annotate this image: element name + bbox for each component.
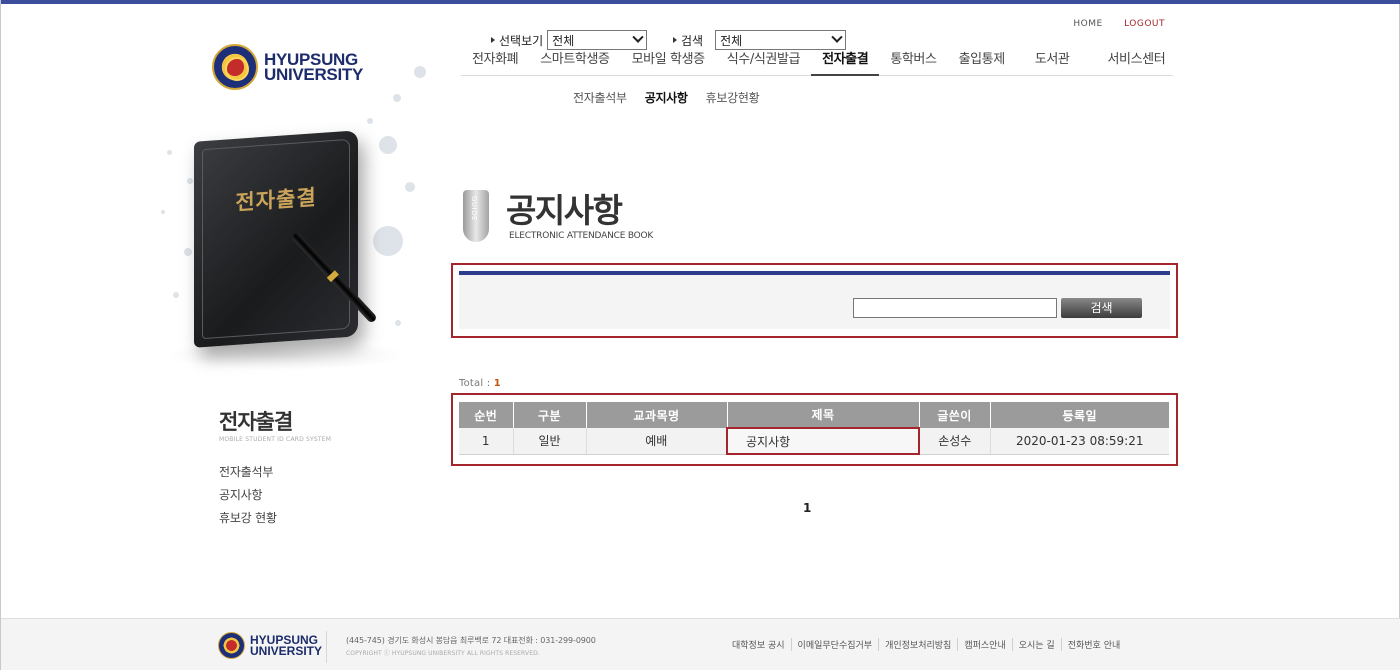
- sidebar-subtitle: MOBILE STUDENT ID CARD SYSTEM: [219, 436, 332, 443]
- total-value: 1: [493, 378, 501, 389]
- search-field-value: 전체: [720, 33, 743, 48]
- notice-table: 순번 구분 교과목명 제목 글쓴이 등록일 1 일반 예배 공지사항 손성수 2…: [459, 402, 1169, 455]
- attendance-book-image: 전자출결: [194, 130, 358, 348]
- sub-nav-cancel-makeup[interactable]: 휴보강현황: [706, 89, 760, 106]
- col-category: 구분: [513, 402, 587, 428]
- sidebar-item-cancel-makeup[interactable]: 휴보강 현황: [219, 509, 277, 532]
- decor-dot: [184, 248, 192, 256]
- sidebar-item-notice[interactable]: 공지사항: [219, 486, 277, 509]
- total-label: Total :: [459, 378, 491, 389]
- col-course: 교과목명: [586, 402, 728, 428]
- footer-link-campus[interactable]: 캠퍼스안내: [957, 638, 1011, 651]
- home-link[interactable]: HOME: [1073, 19, 1102, 29]
- col-number: 순번: [459, 402, 514, 428]
- cell-course: 예배: [586, 428, 728, 455]
- arrow-right-icon: [491, 37, 495, 43]
- decor-dot: [167, 150, 172, 155]
- university-logo[interactable]: HYUPSUNG UNIVERSITY: [212, 44, 363, 90]
- decor-dot: [161, 210, 165, 214]
- footer-link-directions[interactable]: 오시는 길: [1011, 638, 1061, 651]
- decor-dot: [393, 94, 401, 102]
- decor-dot: [173, 292, 179, 298]
- sidebar-item-attendance-book[interactable]: 전자출석부: [219, 463, 277, 486]
- footer-logo-text: HYUPSUNG UNIVERSITY: [250, 634, 323, 658]
- footer-logo: HYUPSUNG UNIVERSITY: [218, 632, 322, 659]
- decor-dot: [395, 320, 401, 326]
- top-accent-line: [1, 0, 1400, 4]
- cell-author: 손성수: [919, 428, 991, 455]
- gnb-item-service-center[interactable]: 서비스센터: [1097, 40, 1177, 76]
- col-date: 등록일: [990, 402, 1169, 428]
- gnb-item-access-control[interactable]: 출입통제: [948, 40, 1016, 76]
- footer-copyright: COPYRIGHT ⓒ HYUPSUNG UNIBERSITY ALL RIGH…: [346, 650, 540, 657]
- footer-link-phone[interactable]: 전화번호 안내: [1060, 638, 1127, 651]
- table-row[interactable]: 1 일반 예배 공지사항 손성수 2020-01-23 08:59:21: [459, 427, 1169, 455]
- col-subject: 제목: [727, 402, 920, 428]
- footer-logo-line-2: UNIVERSITY: [250, 643, 323, 658]
- footer: HYUPSUNG UNIVERSITY (445-745) 경기도 화성시 봉담…: [1, 618, 1400, 670]
- search-field-filter: 검색 전체: [673, 30, 847, 50]
- total-count: Total : 1: [459, 378, 501, 389]
- page-subtitle: ELECTRONIC ATTENDANCE BOOK: [509, 231, 654, 241]
- view-filter-select[interactable]: 전체: [547, 30, 648, 50]
- decor-dot: [367, 118, 373, 124]
- book-title: 전자출결: [235, 185, 317, 215]
- footer-divider: [326, 631, 327, 663]
- decor-dot: [187, 178, 193, 184]
- view-filter-label: 선택보기: [499, 33, 544, 48]
- search-button[interactable]: 검색: [1061, 298, 1142, 318]
- cell-number: 1: [459, 428, 514, 455]
- guide-label: GUIDE: [470, 196, 478, 221]
- col-author: 글쓴이: [919, 402, 991, 428]
- chevron-down-icon: [831, 31, 843, 43]
- view-filter-value: 전체: [552, 33, 575, 48]
- logout-link[interactable]: LOGOUT: [1124, 19, 1165, 29]
- sub-nav-notice[interactable]: 공지사항: [645, 89, 688, 106]
- page-number-current[interactable]: 1: [803, 501, 811, 515]
- university-seal-icon: [218, 632, 245, 659]
- footer-link-privacy[interactable]: 개인정보처리방침: [878, 638, 957, 651]
- table-header-row: 순번 구분 교과목명 제목 글쓴이 등록일: [459, 402, 1169, 428]
- decor-dot: [405, 182, 415, 192]
- sidebar-menu: 전자출석부 공지사항 휴보강 현황: [219, 463, 277, 532]
- search-field-label: 검색: [681, 33, 704, 48]
- footer-link-disclosure[interactable]: 대학정보 공시: [732, 638, 791, 651]
- sub-nav-attendance-book[interactable]: 전자출석부: [573, 89, 627, 106]
- utility-links: HOME LOGOUT: [1055, 19, 1165, 29]
- page-title: 공지사항: [506, 191, 623, 230]
- cell-date: 2020-01-23 08:59:21: [990, 428, 1169, 455]
- university-seal-icon: [212, 44, 258, 90]
- footer-links: 대학정보 공시 이메일무단수집거부 개인정보처리방침 캠퍼스안내 오시는 길 전…: [732, 638, 1126, 651]
- arrow-right-icon: [673, 37, 677, 43]
- logo-line-2: UNIVERSITY: [264, 65, 364, 84]
- footer-address: (445-745) 경기도 화성시 봉담읍 최루백로 72 대표전화 : 031…: [346, 636, 596, 645]
- gnb-item-shuttle-bus[interactable]: 통학버스: [879, 40, 947, 76]
- search-keyword-input[interactable]: [853, 298, 1057, 318]
- cell-category: 일반: [513, 428, 587, 455]
- sidebar-title: 전자출결: [219, 410, 293, 434]
- chevron-down-icon: [632, 31, 644, 43]
- search-field-select[interactable]: 전체: [715, 30, 847, 50]
- cell-subject-link[interactable]: 공지사항: [726, 427, 920, 455]
- logo-text: HYUPSUNG UNIVERSITY: [264, 51, 364, 84]
- decor-dot: [373, 226, 403, 256]
- sub-nav: 전자출석부 공지사항 휴보강현황: [573, 89, 760, 106]
- footer-link-email-refusal[interactable]: 이메일무단수집거부: [790, 638, 879, 651]
- gnb-item-library[interactable]: 도서관: [1024, 40, 1081, 76]
- decor-dot: [379, 136, 397, 154]
- view-filter: 선택보기 전체: [491, 30, 648, 50]
- decor-dot: [414, 66, 426, 78]
- guide-tab-icon: GUIDE: [463, 190, 489, 242]
